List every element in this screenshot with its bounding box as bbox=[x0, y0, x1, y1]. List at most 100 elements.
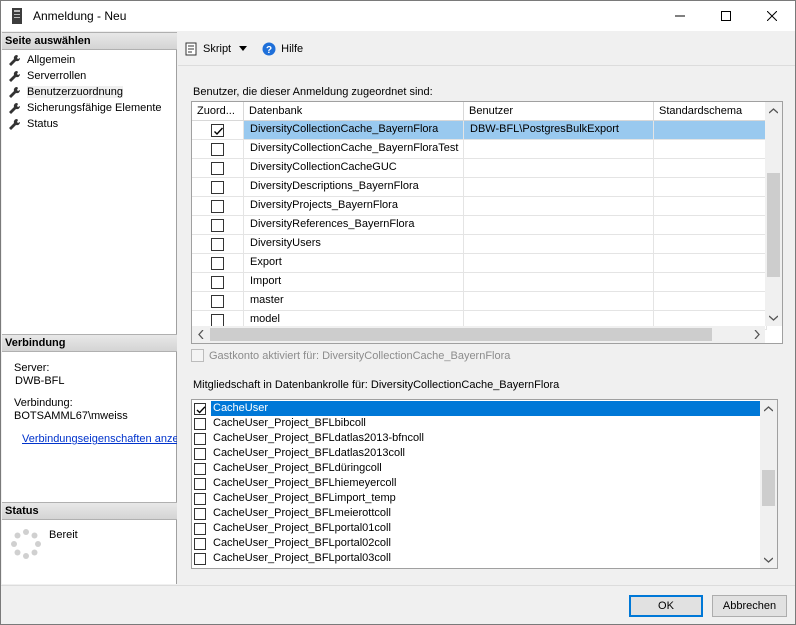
mapped-checkbox[interactable] bbox=[211, 313, 224, 327]
list-item[interactable]: CacheUser_Project_BFLdatlas2013coll bbox=[192, 446, 760, 461]
user-cell[interactable] bbox=[464, 159, 654, 177]
scroll-thumb[interactable] bbox=[767, 173, 780, 277]
roles-vertical-scrollbar[interactable] bbox=[760, 400, 777, 568]
column-header-default-schema[interactable]: Standardschema bbox=[654, 102, 767, 121]
mapped-checkbox[interactable] bbox=[211, 123, 224, 137]
schema-cell[interactable] bbox=[654, 140, 767, 158]
user-cell[interactable] bbox=[464, 216, 654, 234]
nav-item-general[interactable]: Allgemein bbox=[8, 52, 162, 68]
database-cell[interactable]: DiversityUsers bbox=[244, 235, 464, 253]
scroll-up-arrow[interactable] bbox=[760, 400, 777, 417]
database-cell[interactable]: Import bbox=[244, 273, 464, 291]
help-button[interactable]: ? Hilfe bbox=[262, 42, 303, 56]
table-row[interactable]: DiversityCollectionCacheGUC bbox=[192, 159, 767, 178]
mapped-cell[interactable] bbox=[192, 273, 244, 291]
list-item[interactable]: CacheUser_Project_BFLbibcoll bbox=[192, 416, 760, 431]
column-header-user[interactable]: Benutzer bbox=[464, 102, 654, 121]
table-row[interactable]: Export bbox=[192, 254, 767, 273]
table-row[interactable]: Import bbox=[192, 273, 767, 292]
table-row[interactable]: DiversityProjects_BayernFlora bbox=[192, 197, 767, 216]
mapped-checkbox[interactable] bbox=[211, 199, 224, 213]
role-checkbox[interactable] bbox=[194, 447, 206, 460]
mapped-cell[interactable] bbox=[192, 216, 244, 234]
role-checkbox[interactable] bbox=[194, 477, 206, 490]
list-item[interactable]: CacheUser_Project_BFLportal02coll bbox=[192, 536, 760, 551]
schema-cell[interactable] bbox=[654, 216, 767, 234]
user-cell[interactable] bbox=[464, 254, 654, 272]
scroll-down-arrow[interactable] bbox=[760, 551, 777, 568]
nav-item-user-mapping[interactable]: Benutzerzuordnung bbox=[8, 84, 162, 100]
scroll-thumb[interactable] bbox=[762, 470, 775, 506]
mapped-checkbox[interactable] bbox=[211, 218, 224, 232]
close-button[interactable] bbox=[749, 1, 795, 31]
nav-item-server-roles[interactable]: Serverrollen bbox=[8, 68, 162, 84]
mapped-cell[interactable] bbox=[192, 140, 244, 158]
list-item[interactable]: CacheUser_Project_BFLimport_temp bbox=[192, 491, 760, 506]
database-cell[interactable]: DiversityCollectionCache_BayernFloraTest bbox=[244, 140, 464, 158]
role-checkbox[interactable] bbox=[194, 432, 206, 445]
mapped-cell[interactable] bbox=[192, 292, 244, 310]
mapped-cell[interactable] bbox=[192, 178, 244, 196]
list-item[interactable]: CacheUser_Project_BFLhiemeyercoll bbox=[192, 476, 760, 491]
role-checkbox[interactable] bbox=[194, 402, 206, 415]
script-button[interactable]: Skript bbox=[184, 42, 252, 56]
role-checkbox[interactable] bbox=[194, 552, 206, 565]
user-cell[interactable]: DBW-BFL\PostgresBulkExport bbox=[464, 121, 654, 139]
table-row[interactable]: DiversityCollectionCache_BayernFloraTest bbox=[192, 140, 767, 159]
cancel-button[interactable]: Abbrechen bbox=[712, 595, 787, 617]
grid-horizontal-scrollbar[interactable] bbox=[192, 326, 765, 343]
grid-vertical-scrollbar[interactable] bbox=[765, 102, 782, 326]
database-cell[interactable]: DiversityProjects_BayernFlora bbox=[244, 197, 464, 215]
scroll-down-arrow[interactable] bbox=[765, 309, 782, 326]
table-row[interactable]: DiversityUsers bbox=[192, 235, 767, 254]
table-row[interactable]: DiversityDescriptions_BayernFlora bbox=[192, 178, 767, 197]
mapped-checkbox[interactable] bbox=[211, 161, 224, 175]
maximize-button[interactable] bbox=[703, 1, 749, 31]
user-cell[interactable] bbox=[464, 273, 654, 291]
list-item[interactable]: CacheUser_Project_BFLportal03coll bbox=[192, 551, 760, 566]
list-item[interactable]: CacheUser_Project_BFLportal01coll bbox=[192, 521, 760, 536]
mapped-cell[interactable] bbox=[192, 159, 244, 177]
nav-item-status[interactable]: Status bbox=[8, 116, 162, 132]
schema-cell[interactable] bbox=[654, 254, 767, 272]
database-cell[interactable]: DiversityDescriptions_BayernFlora bbox=[244, 178, 464, 196]
list-item[interactable]: CacheUser_Project_BFLdatlas2013-bfncoll bbox=[192, 431, 760, 446]
user-cell[interactable] bbox=[464, 197, 654, 215]
schema-cell[interactable] bbox=[654, 121, 767, 139]
role-checkbox[interactable] bbox=[194, 537, 206, 550]
nav-item-securables[interactable]: Sicherungsfähige Elemente bbox=[8, 100, 162, 116]
ok-button[interactable]: OK bbox=[629, 595, 703, 617]
user-cell[interactable] bbox=[464, 178, 654, 196]
schema-cell[interactable] bbox=[654, 197, 767, 215]
table-row[interactable]: DiversityCollectionCache_BayernFlora DBW-… bbox=[192, 121, 767, 140]
connection-properties-link[interactable]: Verbindungseigenschaften anzeigen bbox=[22, 433, 177, 445]
database-cell[interactable]: DiversityCollectionCache_BayernFlora bbox=[244, 121, 464, 139]
database-cell[interactable]: DiversityCollectionCacheGUC bbox=[244, 159, 464, 177]
role-checkbox[interactable] bbox=[194, 507, 206, 520]
database-cell[interactable]: Export bbox=[244, 254, 464, 272]
schema-cell[interactable] bbox=[654, 178, 767, 196]
column-header-mapped[interactable]: Zuord... bbox=[192, 102, 244, 121]
schema-cell[interactable] bbox=[654, 235, 767, 253]
scroll-up-arrow[interactable] bbox=[765, 102, 782, 119]
schema-cell[interactable] bbox=[654, 292, 767, 310]
list-item[interactable]: CacheUser bbox=[192, 401, 760, 416]
role-checkbox[interactable] bbox=[194, 522, 206, 535]
role-checkbox[interactable] bbox=[194, 417, 206, 430]
guest-account-checkbox[interactable] bbox=[191, 349, 204, 362]
scroll-left-arrow[interactable] bbox=[192, 326, 209, 343]
schema-cell[interactable] bbox=[654, 159, 767, 177]
table-row[interactable]: master bbox=[192, 292, 767, 311]
mapped-checkbox[interactable] bbox=[211, 237, 224, 251]
database-cell[interactable]: DiversityReferences_BayernFlora bbox=[244, 216, 464, 234]
column-header-database[interactable]: Datenbank bbox=[244, 102, 464, 121]
mapped-cell[interactable] bbox=[192, 235, 244, 253]
scroll-right-arrow[interactable] bbox=[748, 326, 765, 343]
chevron-down-icon[interactable] bbox=[239, 46, 248, 52]
database-cell[interactable]: master bbox=[244, 292, 464, 310]
mapped-checkbox[interactable] bbox=[211, 275, 224, 289]
mapped-checkbox[interactable] bbox=[211, 180, 224, 194]
role-checkbox[interactable] bbox=[194, 492, 206, 505]
mapped-cell[interactable] bbox=[192, 254, 244, 272]
user-cell[interactable] bbox=[464, 140, 654, 158]
